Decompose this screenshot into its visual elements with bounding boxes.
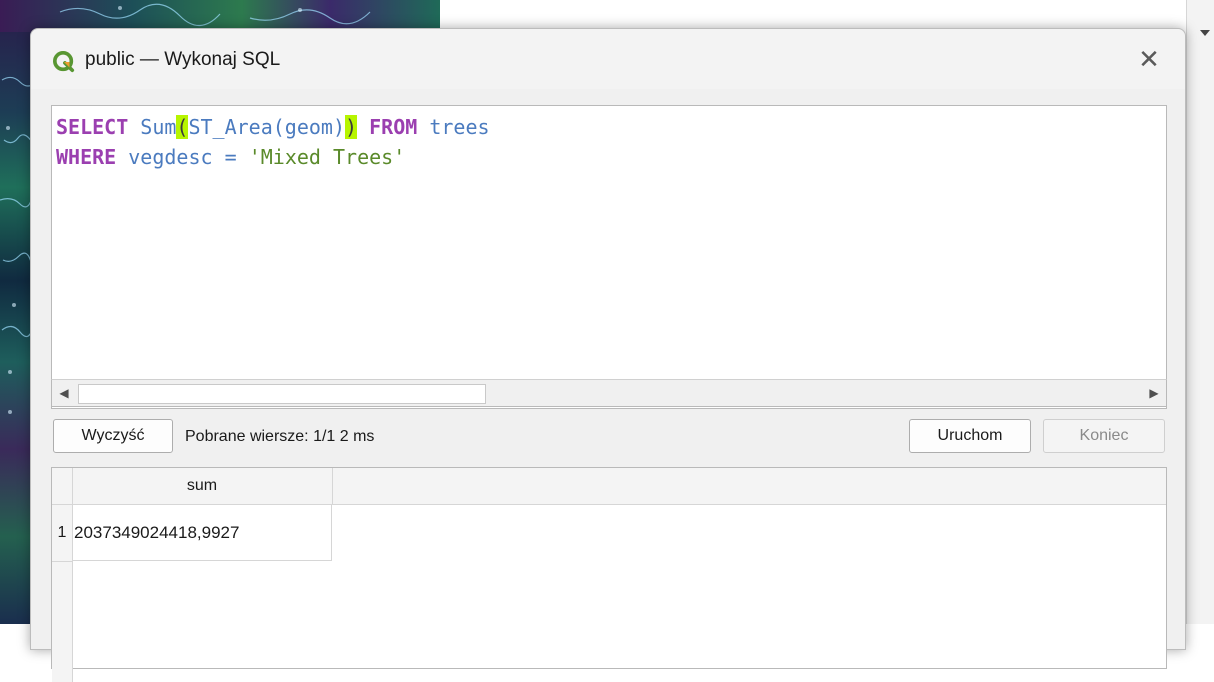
column-header-sum[interactable]: sum bbox=[72, 468, 333, 505]
dialog-title: public — Wykonaj SQL bbox=[85, 49, 281, 70]
scroll-right-icon[interactable]: ▶ bbox=[1142, 380, 1166, 406]
row-header[interactable]: 1 bbox=[52, 505, 73, 562]
stop-button[interactable]: Koniec bbox=[1043, 419, 1165, 453]
status-text: Pobrane wiersze: 1/1 2 ms bbox=[185, 428, 375, 445]
sql-code: SELECT Sum(ST_Area(geom)) FROM trees WHE… bbox=[56, 112, 490, 172]
horizontal-scrollbar[interactable]: ◀ ▶ bbox=[51, 379, 1167, 407]
operator: = bbox=[224, 145, 237, 169]
function-sum: Sum bbox=[140, 115, 177, 139]
keyword-where: WHERE bbox=[56, 145, 117, 169]
close-icon[interactable]: ✕ bbox=[1127, 41, 1171, 79]
row-header-empty bbox=[52, 562, 73, 682]
scrollbar-thumb[interactable] bbox=[78, 384, 486, 404]
bracket-open: ( bbox=[176, 115, 189, 139]
run-button[interactable]: Uruchom bbox=[909, 419, 1031, 453]
results-table[interactable]: sum 1 2037349024418,9927 bbox=[51, 467, 1167, 682]
table-name: trees bbox=[429, 115, 490, 139]
keyword-select: SELECT bbox=[56, 115, 129, 139]
column-name: vegdesc bbox=[128, 145, 213, 169]
sql-editor[interactable]: SELECT Sum(ST_Area(geom)) FROM trees WHE… bbox=[51, 105, 1167, 409]
table-corner[interactable] bbox=[52, 468, 73, 505]
sql-dialog: public — Wykonaj SQL ✕ SELECT Sum(ST_Are… bbox=[30, 28, 1186, 682]
chevron-down-icon[interactable] bbox=[1200, 30, 1214, 654]
keyword-from: FROM bbox=[369, 115, 418, 139]
bracket-close: ) bbox=[345, 115, 358, 139]
table-cell[interactable]: 2037349024418,9927 bbox=[72, 505, 332, 561]
scroll-left-icon[interactable]: ◀ bbox=[52, 380, 76, 406]
clear-button[interactable]: Wyczyść bbox=[53, 419, 173, 453]
function-st-area: ST_Area(geom) bbox=[188, 115, 346, 139]
qgis-logo-icon bbox=[53, 51, 75, 73]
dialog-titlebar: public — Wykonaj SQL ✕ bbox=[31, 29, 1185, 89]
string-literal: 'Mixed Trees' bbox=[248, 145, 406, 169]
